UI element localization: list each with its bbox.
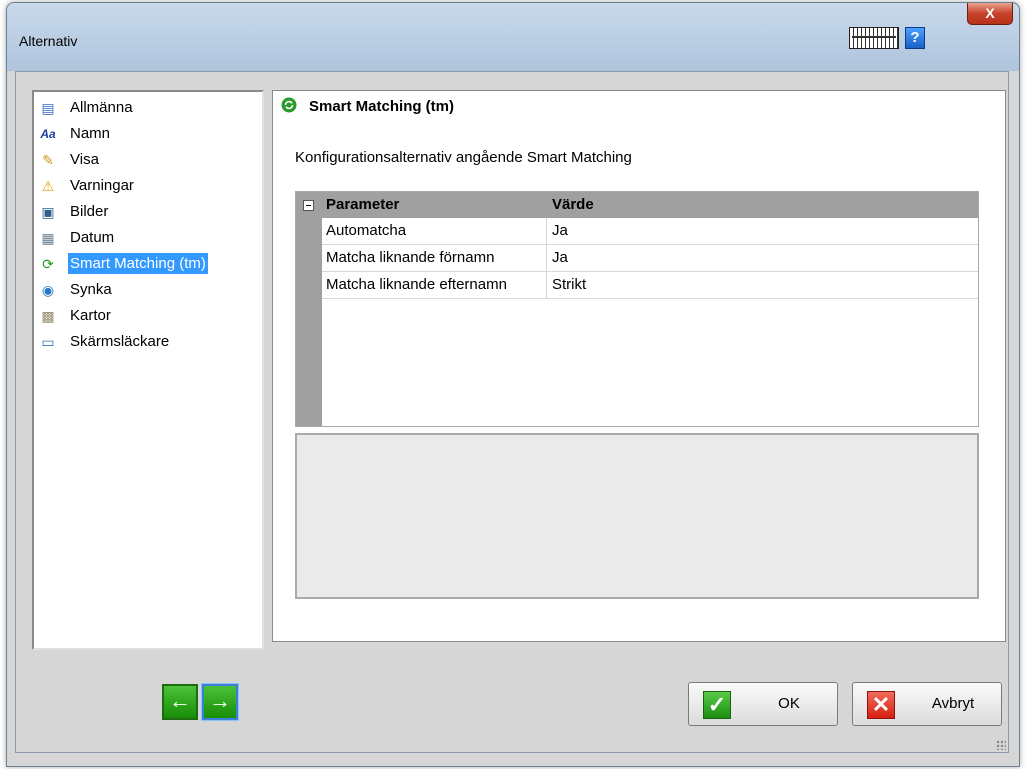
dialog-body: ▤ Allmänna Aa Namn ✎ Visa ⚠ Varningar ▣ Bilder ▦ Da… (15, 71, 1009, 753)
monitor-icon: ▭ (41, 334, 55, 350)
warning-icon: ⚠ (41, 178, 55, 194)
ok-label: OK (778, 695, 800, 712)
sidebar-item[interactable]: Aa Namn (34, 121, 262, 147)
sidebar-item[interactable]: ▩ Kartor (34, 303, 262, 329)
collapse-icon[interactable] (303, 200, 314, 211)
sync-icon: ◉ (41, 282, 55, 298)
title-bar: Alternativ ? X (7, 3, 1019, 71)
sidebar-item-label: Visa (70, 151, 99, 168)
category-list: ▤ Allmänna Aa Namn ✎ Visa ⚠ Varningar ▣ Bilder ▦ Da… (32, 90, 264, 650)
options-dialog: Alternativ ? X ▤ Allmänna Aa Namn ✎ Visa ⚠ Varn… (6, 2, 1020, 767)
sidebar-item-label: Kartor (70, 307, 111, 324)
picture-icon: ▣ (41, 204, 55, 220)
resize-grip-icon[interactable] (996, 740, 1006, 750)
param-name: Matcha liknande förnamn (326, 249, 495, 266)
grid-gutter (296, 192, 322, 426)
settings-panel: Smart Matching (tm) Konfigurationsaltern… (272, 90, 1006, 642)
param-value[interactable]: Ja (552, 245, 568, 271)
description-box (295, 433, 979, 599)
table-row[interactable]: Automatcha Ja (322, 218, 978, 245)
sidebar-item-label: Allmänna (70, 99, 133, 116)
param-name: Matcha liknande efternamn (326, 276, 507, 293)
sidebar-item-label: Bilder (70, 203, 109, 220)
smart-matching-icon (281, 97, 297, 117)
panel-header: Smart Matching (tm) (281, 97, 454, 117)
checkmark-icon: ✓ (703, 691, 731, 719)
column-header-parameter: Parameter (326, 196, 400, 213)
sidebar-item[interactable]: ▭ Skärmsläckare (34, 329, 262, 355)
sidebar-item[interactable]: ✎ Visa (34, 147, 262, 173)
sidebar-item-label: Varningar (70, 177, 134, 194)
cancel-label: Avbryt (931, 695, 975, 712)
sidebar-item-label: Namn (70, 125, 111, 142)
cancel-button[interactable]: ✕ Avbryt (852, 682, 1002, 726)
table-row[interactable]: Matcha liknande förnamn Ja (322, 245, 978, 272)
sidebar-item[interactable]: ▤ Allmänna (34, 95, 262, 121)
sidebar-item[interactable]: ▦ Datum (34, 225, 262, 251)
grid-header: Parameter Värde (296, 192, 978, 218)
map-icon: ▩ (41, 308, 55, 324)
table-row[interactable]: Matcha liknande efternamn Strikt (322, 272, 978, 299)
document-icon: ▤ (41, 100, 55, 116)
help-icon[interactable]: ? (905, 27, 925, 49)
forward-button[interactable]: → (202, 684, 238, 720)
ok-button[interactable]: ✓ OK (688, 682, 838, 726)
window-title: Alternativ (19, 33, 78, 49)
sidebar-item[interactable]: ⚠ Varningar (34, 173, 262, 199)
sidebar-item-label: Synka (70, 281, 112, 298)
sidebar-item-label: Skärmsläckare (70, 333, 170, 350)
sidebar-item[interactable]: ⟳ Smart Matching (tm) (34, 251, 262, 277)
parameter-grid: Parameter Värde Automatcha Ja Matcha lik… (295, 191, 979, 427)
param-value[interactable]: Strikt (552, 272, 586, 298)
font-icon: Aa (40, 127, 56, 141)
sidebar-item[interactable]: ▣ Bilder (34, 199, 262, 225)
sidebar-item[interactable]: ◉ Synka (34, 277, 262, 303)
column-header-value: Värde (552, 196, 594, 213)
calendar-icon: ▦ (41, 230, 55, 246)
keyboard-icon[interactable] (849, 27, 899, 49)
back-button[interactable]: ← (162, 684, 198, 720)
cross-icon: ✕ (867, 691, 895, 719)
close-button[interactable]: X (967, 3, 1013, 25)
panel-subtitle: Konfigurationsalternativ angående Smart … (295, 149, 632, 166)
brush-icon: ✎ (42, 152, 54, 168)
sidebar-item-label: Smart Matching (tm) (68, 253, 208, 274)
column-divider (546, 218, 547, 299)
param-value[interactable]: Ja (552, 218, 568, 244)
param-name: Automatcha (326, 222, 407, 239)
panel-title: Smart Matching (tm) (309, 98, 455, 115)
smart-matching-icon: ⟳ (42, 256, 54, 272)
sidebar-item-label: Datum (70, 229, 115, 246)
